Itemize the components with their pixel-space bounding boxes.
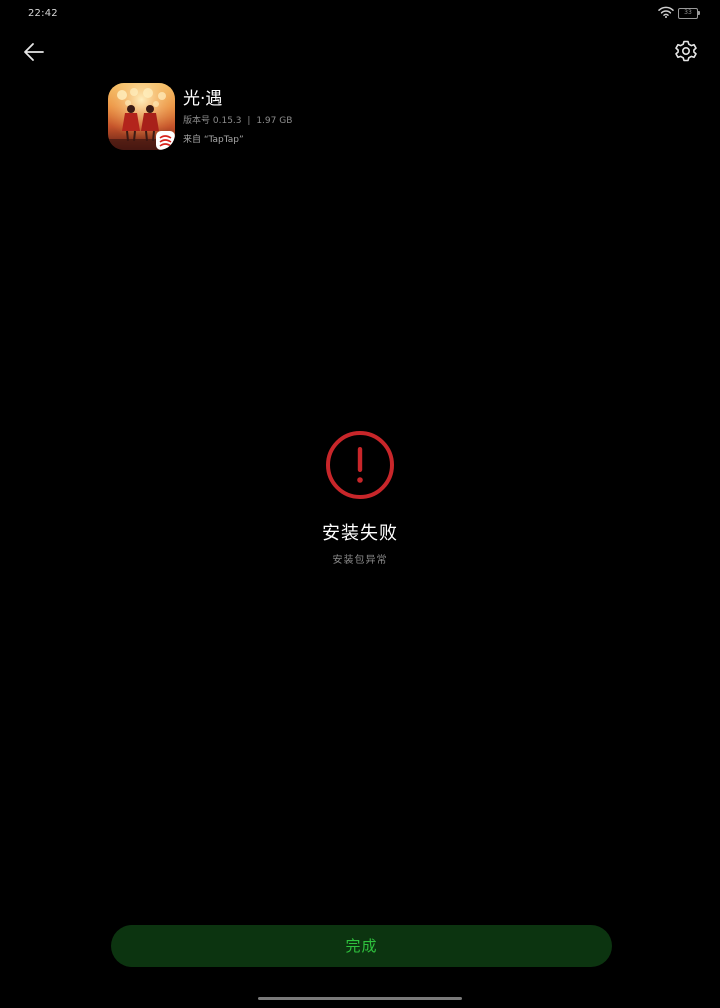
- back-button[interactable]: [20, 38, 48, 66]
- app-meta: 版本号 0.15.3 | 1.97 GB: [183, 114, 292, 128]
- version-label: 版本号: [183, 116, 211, 126]
- battery-icon: 33: [678, 8, 700, 19]
- arrow-left-icon: [24, 43, 44, 61]
- install-status-title: 安装失败: [322, 523, 398, 544]
- battery-tip: [698, 11, 700, 15]
- sky-app-icon: [108, 83, 175, 150]
- wifi-icon: [658, 6, 674, 18]
- package-size: 1.97 GB: [256, 116, 293, 126]
- meta-separator: |: [247, 116, 251, 126]
- settings-button[interactable]: [672, 37, 700, 65]
- error-exclamation-icon: [326, 431, 394, 499]
- home-indicator[interactable]: [258, 997, 462, 1000]
- install-status-detail: 安装包异常: [332, 555, 388, 566]
- app-source: 来自 “TapTap”: [183, 135, 244, 145]
- gear-icon: [675, 40, 697, 62]
- done-button[interactable]: 完成: [111, 925, 612, 967]
- app-icon: [108, 83, 175, 150]
- battery-level: 33: [684, 9, 692, 16]
- app-info: 光·遇 版本号 0.15.3 | 1.97 GB 来自 “TapTap”: [183, 88, 292, 147]
- app-name: 光·遇: [183, 89, 223, 109]
- status-bar: 22:42 33: [0, 0, 720, 28]
- status-time: 22:42: [28, 8, 58, 19]
- version-value: 0.15.3: [212, 116, 242, 126]
